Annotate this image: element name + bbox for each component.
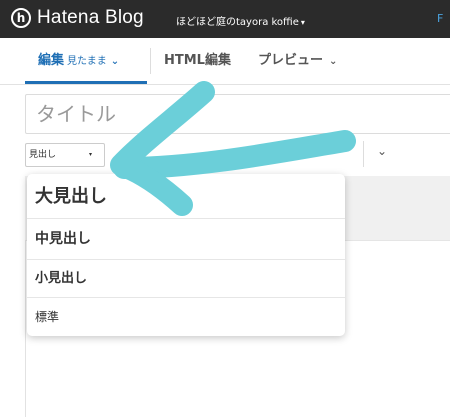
list-icon[interactable]: ☰: [271, 146, 281, 159]
heading-style-select[interactable]: 見出し ▾: [25, 143, 105, 167]
tab-edit-label: 編集: [38, 53, 65, 68]
topbar-right-link[interactable]: F: [437, 12, 443, 25]
indent-icon[interactable]: ⇇: [315, 146, 324, 159]
tab-preview-label: プレビュー: [258, 53, 324, 68]
editor-tabs: 編集 見たまま ⌄ HTML編集 プレビュー ⌄: [0, 38, 450, 85]
chevron-down-icon: ⌄: [110, 56, 120, 67]
select-arrow-icon: ▾: [88, 151, 92, 158]
menu-item-heading-medium[interactable]: 中見出し: [27, 219, 345, 260]
tab-divider: [150, 48, 151, 74]
title-input[interactable]: [26, 95, 438, 133]
toolbar-divider: [363, 141, 364, 167]
heading-style-value: 見出し: [29, 150, 57, 160]
menu-item-normal[interactable]: 標準: [27, 298, 345, 336]
blog-switcher[interactable]: ほどほど庭のtayora koffie ▾: [176, 13, 305, 28]
heading-dropdown-menu: 大見出し 中見出し 小見出し 標準: [27, 174, 345, 336]
tab-preview[interactable]: プレビュー ⌄: [258, 38, 337, 84]
tab-html-edit[interactable]: HTML編集: [164, 38, 231, 84]
chevron-down-icon: ⌄: [329, 56, 338, 67]
more-tools-chevron-icon[interactable]: ⌄: [377, 144, 387, 158]
tab-edit-mode: 見たまま: [67, 56, 107, 67]
title-field: [25, 94, 450, 134]
editor-body-border: [25, 240, 26, 417]
menu-item-heading-large[interactable]: 大見出し: [27, 174, 345, 219]
top-bar: h Hatena Blog ほどほど庭のtayora koffie ▾ F: [0, 0, 450, 38]
menu-item-heading-small[interactable]: 小見出し: [27, 260, 345, 298]
tab-edit-wysiwyg[interactable]: 編集 見たまま ⌄: [25, 38, 147, 84]
brand-title[interactable]: Hatena Blog: [37, 7, 144, 29]
caret-down-icon: ▾: [300, 18, 305, 27]
editor-toolbar: 見出し ▾ ☰ ⇇ ⌄: [25, 141, 450, 175]
hatena-logo-icon[interactable]: h: [11, 8, 31, 28]
blog-name: ほどほど庭のtayora koffie: [176, 17, 299, 28]
